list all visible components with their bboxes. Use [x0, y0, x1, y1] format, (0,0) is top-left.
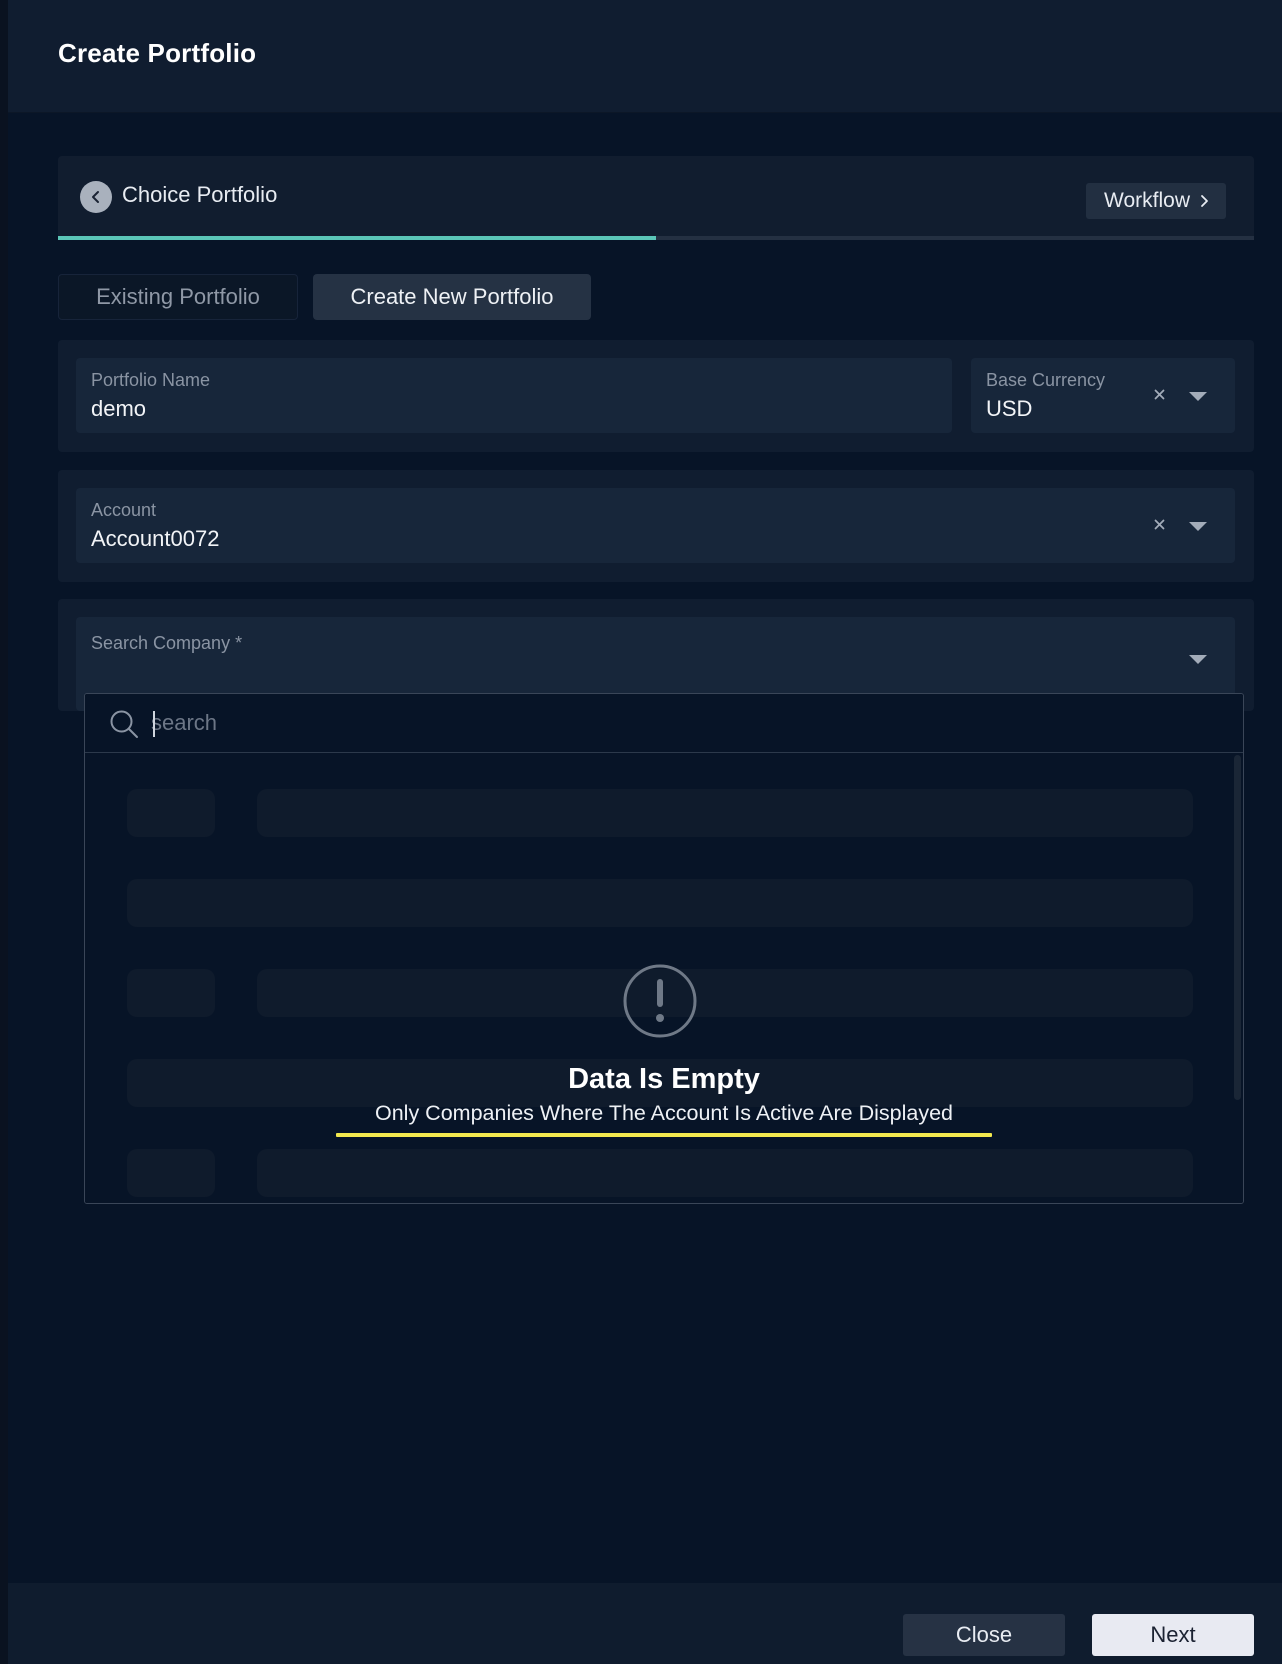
modal-footer: Close Next — [8, 1583, 1282, 1664]
next-button[interactable]: Next — [1092, 1614, 1254, 1656]
skeleton-block — [127, 789, 215, 837]
stepper: Choice Portfolio Workflow — [58, 156, 1254, 240]
base-currency-clear-button[interactable] — [1151, 386, 1167, 402]
dropdown-scrollbar[interactable] — [1234, 755, 1241, 1100]
exclamation-circle-icon — [623, 964, 697, 1038]
chevron-left-icon — [92, 191, 99, 203]
progress-track — [58, 236, 1254, 240]
account-label: Account — [91, 500, 157, 520]
skeleton-block — [127, 1149, 215, 1197]
highlight-underline — [336, 1133, 992, 1137]
chevron-down-icon[interactable] — [1189, 392, 1207, 402]
modal-title: Create Portfolio — [58, 38, 257, 68]
text-cursor — [153, 711, 155, 737]
step-title: Choice Portfolio — [122, 182, 278, 207]
workflow-button[interactable]: Workflow — [1086, 183, 1226, 219]
chevron-right-icon — [1201, 195, 1208, 207]
base-currency-value: USD — [986, 396, 1033, 421]
base-currency-label: Base Currency — [986, 370, 1106, 390]
skeleton-block — [127, 879, 1193, 927]
account-value: Account0072 — [91, 526, 220, 551]
dropdown-list: Data Is Empty Only Companies Where The A… — [85, 753, 1243, 1203]
backdrop-strip — [0, 0, 8, 1664]
chevron-down-icon[interactable] — [1189, 655, 1207, 665]
portfolio-name-label: Portfolio Name — [91, 370, 211, 390]
account-clear-button[interactable] — [1151, 516, 1167, 532]
skeleton-block — [257, 969, 1193, 1017]
portfolio-details-card: Portfolio Name demo Base Currency USD — [58, 340, 1254, 452]
chevron-down-icon[interactable] — [1189, 522, 1207, 532]
progress-fill — [58, 236, 656, 240]
skeleton-block — [127, 969, 215, 1017]
account-select[interactable]: Account Account0072 — [76, 488, 1235, 563]
empty-state-title: Data Is Empty — [568, 1063, 760, 1095]
back-button[interactable] — [80, 181, 112, 213]
search-icon — [110, 710, 138, 738]
dropdown-search-input[interactable] — [151, 706, 1211, 740]
skeleton-block — [257, 1149, 1193, 1197]
close-icon — [1154, 389, 1164, 399]
workflow-label: Workflow — [1104, 189, 1190, 212]
search-company-label: Search Company * — [91, 633, 243, 653]
close-button[interactable]: Close — [903, 1614, 1065, 1656]
create-portfolio-modal: Create Portfolio Choice Portfolio Workfl… — [8, 0, 1282, 1664]
portfolio-name-field[interactable]: Portfolio Name demo — [76, 358, 952, 433]
portfolio-name-value: demo — [91, 396, 147, 421]
empty-state-message: Only Companies Where The Account Is Acti… — [375, 1101, 953, 1125]
modal-header: Create Portfolio — [8, 0, 1282, 113]
account-card: Account Account0072 — [58, 470, 1254, 582]
close-icon — [1154, 519, 1164, 529]
company-dropdown: Data Is Empty Only Companies Where The A… — [84, 693, 1244, 1204]
base-currency-select[interactable]: Base Currency USD — [971, 358, 1235, 433]
dropdown-search-bar — [85, 694, 1243, 753]
tab-existing-portfolio[interactable]: Existing Portfolio — [58, 274, 298, 320]
skeleton-block — [257, 789, 1193, 837]
tab-create-new-portfolio[interactable]: Create New Portfolio — [313, 274, 591, 320]
